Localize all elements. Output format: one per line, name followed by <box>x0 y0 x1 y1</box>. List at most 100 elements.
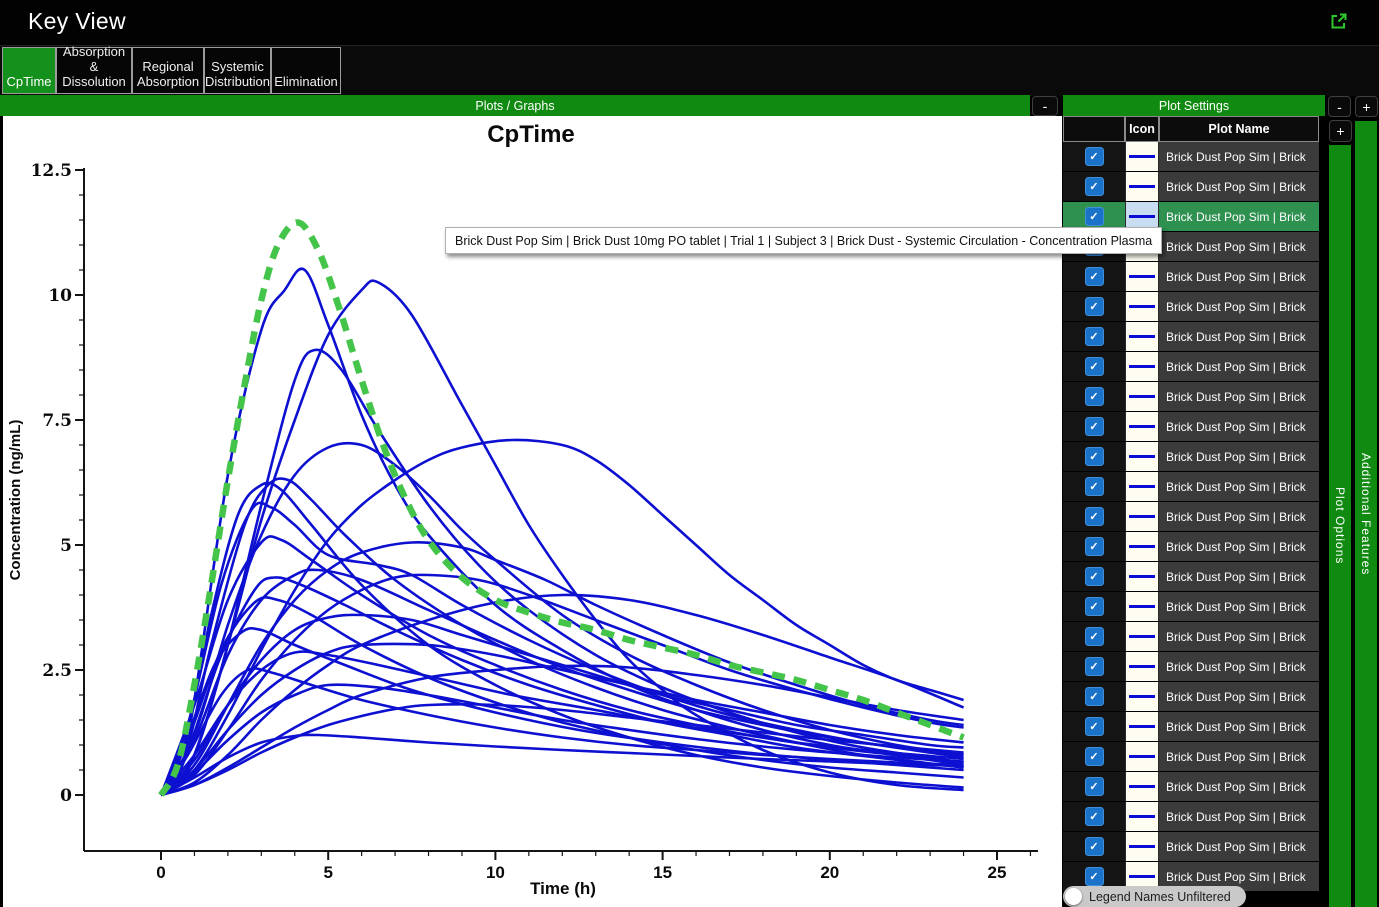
plot-name-cell[interactable]: Brick Dust Pop Sim | Brick <box>1159 682 1319 711</box>
plot-settings-row[interactable]: ✓ Brick Dust Pop Sim | Brick <box>1063 592 1319 621</box>
plot-settings-row[interactable]: ✓ Brick Dust Pop Sim | Brick <box>1063 292 1319 321</box>
plot-settings-row[interactable]: ✓ Brick Dust Pop Sim | Brick <box>1063 322 1319 351</box>
plot-name-cell[interactable]: Brick Dust Pop Sim | Brick <box>1159 232 1319 261</box>
plot-visible-checkbox[interactable]: ✓ <box>1085 297 1104 316</box>
legend-names-toggle[interactable]: Legend Names Unfiltered <box>1063 886 1246 907</box>
tab-systemic-distribution[interactable]: Systemic Distribution <box>204 47 271 94</box>
additional-features-strip[interactable]: Additional Features <box>1355 121 1377 907</box>
plot-line-icon-cell <box>1125 682 1159 711</box>
plots-graphs-collapse-button[interactable]: - <box>1032 96 1058 116</box>
plot-settings-row[interactable]: ✓ Brick Dust Pop Sim | Brick <box>1063 352 1319 381</box>
plot-settings-row[interactable]: ✓ Brick Dust Pop Sim | Brick <box>1063 682 1319 711</box>
plot-visible-checkbox[interactable]: ✓ <box>1085 267 1104 286</box>
plot-settings-row[interactable]: ✓ Brick Dust Pop Sim | Brick <box>1063 832 1319 861</box>
open-external-icon[interactable] <box>1329 11 1349 31</box>
plot-settings-row[interactable]: ✓ Brick Dust Pop Sim | Brick <box>1063 382 1319 411</box>
plot-name-cell[interactable]: Brick Dust Pop Sim | Brick <box>1159 502 1319 531</box>
plot-settings-row[interactable]: ✓ Brick Dust Pop Sim | Brick <box>1063 712 1319 741</box>
plot-settings-row[interactable]: ✓ Brick Dust Pop Sim | Brick <box>1063 172 1319 201</box>
plot-name-cell[interactable]: Brick Dust Pop Sim | Brick <box>1159 352 1319 381</box>
plot-visible-checkbox[interactable]: ✓ <box>1085 597 1104 616</box>
plot-settings-row[interactable]: ✓ Brick Dust Pop Sim | Brick <box>1063 772 1319 801</box>
additional-features-expand-button[interactable]: + <box>1355 96 1378 117</box>
y-tick-label: 5 <box>60 536 72 556</box>
plot-name-cell[interactable]: Brick Dust Pop Sim | Brick <box>1159 592 1319 621</box>
plot-visible-checkbox[interactable]: ✓ <box>1085 357 1104 376</box>
plot-settings-rows: ✓ Brick Dust Pop Sim | Brick ✓ Brick Dust P… <box>1063 142 1319 891</box>
plot-visible-checkbox[interactable]: ✓ <box>1085 867 1104 886</box>
plot-options-expand-button[interactable]: + <box>1329 120 1352 142</box>
plot-name-cell[interactable]: Brick Dust Pop Sim | Brick <box>1159 772 1319 801</box>
plot-visible-checkbox[interactable]: ✓ <box>1085 387 1104 406</box>
plot-visible-checkbox[interactable]: ✓ <box>1085 807 1104 826</box>
plot-settings-row[interactable]: ✓ Brick Dust Pop Sim | Brick <box>1063 442 1319 471</box>
plot-name-cell[interactable]: Brick Dust Pop Sim | Brick <box>1159 652 1319 681</box>
line-swatch-icon <box>1129 455 1155 458</box>
plot-line-icon-cell <box>1125 622 1159 651</box>
plot-settings-row[interactable]: ✓ Brick Dust Pop Sim | Brick <box>1063 562 1319 591</box>
plot-visible-checkbox[interactable]: ✓ <box>1085 687 1104 706</box>
plot-name-cell[interactable]: Brick Dust Pop Sim | Brick <box>1159 382 1319 411</box>
plot-settings-table-header: Icon Plot Name <box>1063 116 1319 142</box>
plot-settings-row[interactable]: ✓ Brick Dust Pop Sim | Brick <box>1063 532 1319 561</box>
plot-settings-row[interactable]: ✓ Brick Dust Pop Sim | Brick <box>1063 502 1319 531</box>
plot-name-cell[interactable]: Brick Dust Pop Sim | Brick <box>1159 172 1319 201</box>
plot-visible-checkbox[interactable]: ✓ <box>1085 627 1104 646</box>
visibility-cell: ✓ <box>1063 262 1125 291</box>
plot-visible-checkbox[interactable]: ✓ <box>1085 567 1104 586</box>
plot-settings-row[interactable]: ✓ Brick Dust Pop Sim | Brick <box>1063 142 1319 171</box>
plot-settings-row[interactable]: ✓ Brick Dust Pop Sim | Brick <box>1063 412 1319 441</box>
plot-options-strip[interactable]: Plot Options <box>1329 145 1351 907</box>
plot-settings-collapse-button[interactable]: - <box>1328 96 1351 117</box>
plot-name-cell[interactable]: Brick Dust Pop Sim | Brick <box>1159 832 1319 861</box>
plot-visible-checkbox[interactable]: ✓ <box>1085 657 1104 676</box>
plot-visible-checkbox[interactable]: ✓ <box>1085 177 1104 196</box>
chart-title: CpTime <box>487 121 575 148</box>
visibility-cell: ✓ <box>1063 562 1125 591</box>
plot-name-cell[interactable]: Brick Dust Pop Sim | Brick <box>1159 262 1319 291</box>
plot-visible-checkbox[interactable]: ✓ <box>1085 777 1104 796</box>
plot-visible-checkbox[interactable]: ✓ <box>1085 147 1104 166</box>
plot-visible-checkbox[interactable]: ✓ <box>1085 837 1104 856</box>
plot-name-cell[interactable]: Brick Dust Pop Sim | Brick <box>1159 202 1319 231</box>
plot-visible-checkbox[interactable]: ✓ <box>1085 477 1104 496</box>
plot-visible-checkbox[interactable]: ✓ <box>1085 717 1104 736</box>
plot-visible-checkbox[interactable]: ✓ <box>1085 447 1104 466</box>
plot-tooltip: Brick Dust Pop Sim | Brick Dust 10mg PO … <box>445 227 1162 254</box>
plot-settings-row[interactable]: ✓ Brick Dust Pop Sim | Brick <box>1063 652 1319 681</box>
plot-line-icon-cell <box>1125 742 1159 771</box>
tab-cptime[interactable]: CpTime <box>2 47 56 94</box>
plot-visible-checkbox[interactable]: ✓ <box>1085 417 1104 436</box>
plot-name-cell[interactable]: Brick Dust Pop Sim | Brick <box>1159 562 1319 591</box>
tab-regional-absorption[interactable]: Regional Absorption <box>132 47 204 94</box>
plot-name-cell[interactable]: Brick Dust Pop Sim | Brick <box>1159 622 1319 651</box>
plot-settings-row[interactable]: ✓ Brick Dust Pop Sim | Brick <box>1063 742 1319 771</box>
plot-options-strip-label: Plot Options <box>1333 487 1347 564</box>
plot-name-cell[interactable]: Brick Dust Pop Sim | Brick <box>1159 292 1319 321</box>
plot-settings-row[interactable]: ✓ Brick Dust Pop Sim | Brick <box>1063 472 1319 501</box>
plot-settings-row[interactable]: ✓ Brick Dust Pop Sim | Brick <box>1063 802 1319 831</box>
line-swatch-icon <box>1129 695 1155 698</box>
tab-elimination[interactable]: Elimination <box>271 47 341 94</box>
plot-name-cell[interactable]: Brick Dust Pop Sim | Brick <box>1159 142 1319 171</box>
plot-visible-checkbox[interactable]: ✓ <box>1085 327 1104 346</box>
plot-visible-checkbox[interactable]: ✓ <box>1085 747 1104 766</box>
plot-line-icon-cell <box>1125 652 1159 681</box>
plot-line-icon-cell <box>1125 292 1159 321</box>
plot-name-cell[interactable]: Brick Dust Pop Sim | Brick <box>1159 472 1319 501</box>
plot-visible-checkbox[interactable]: ✓ <box>1085 207 1104 226</box>
plot-settings-row[interactable]: ✓ Brick Dust Pop Sim | Brick <box>1063 622 1319 651</box>
line-swatch-icon <box>1129 665 1155 668</box>
plot-name-cell[interactable]: Brick Dust Pop Sim | Brick <box>1159 712 1319 741</box>
plot-name-cell[interactable]: Brick Dust Pop Sim | Brick <box>1159 742 1319 771</box>
plot-name-cell[interactable]: Brick Dust Pop Sim | Brick <box>1159 442 1319 471</box>
plot-name-cell[interactable]: Brick Dust Pop Sim | Brick <box>1159 802 1319 831</box>
key-view-window: Key View CpTime Absorption & Dissolution… <box>0 0 1379 907</box>
plot-name-cell[interactable]: Brick Dust Pop Sim | Brick <box>1159 412 1319 441</box>
plot-settings-row[interactable]: ✓ Brick Dust Pop Sim | Brick <box>1063 262 1319 291</box>
plot-name-cell[interactable]: Brick Dust Pop Sim | Brick <box>1159 322 1319 351</box>
plot-visible-checkbox[interactable]: ✓ <box>1085 537 1104 556</box>
plot-name-cell[interactable]: Brick Dust Pop Sim | Brick <box>1159 532 1319 561</box>
tab-absorption-dissolution[interactable]: Absorption & Dissolution <box>56 47 132 94</box>
plot-visible-checkbox[interactable]: ✓ <box>1085 507 1104 526</box>
